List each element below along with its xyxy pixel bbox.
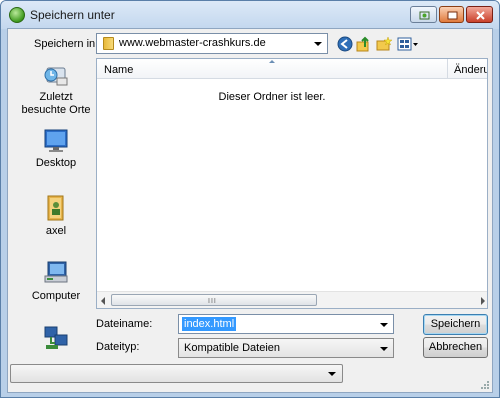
desktop-icon	[44, 129, 68, 152]
grip-icon: III	[208, 298, 217, 305]
help-icon	[419, 11, 430, 20]
place-label: Zuletzt besuchte Orte	[21, 91, 91, 116]
column-header-changed[interactable]: Änderun	[454, 64, 487, 76]
close-icon	[476, 11, 485, 20]
save-as-dialog: Speichern unter Speichern in: www.webmas…	[0, 0, 500, 398]
column-header-row: Name Änderun	[97, 59, 487, 79]
chevron-down-icon	[314, 42, 322, 46]
user-folder-icon	[47, 195, 64, 221]
filetype-select[interactable]: Kompatible Dateien	[178, 338, 394, 358]
empty-folder-message: Dieser Ordner ist leer.	[218, 91, 326, 103]
filename-value: index.html	[182, 317, 237, 331]
chevron-down-icon	[380, 347, 388, 351]
chevron-down-icon	[328, 372, 336, 376]
question-icon	[447, 11, 458, 20]
place-label: axel	[45, 225, 67, 237]
dialog-client: Speichern in: www.webmaster-crashkurs.de	[7, 28, 493, 393]
cancel-button[interactable]: Abbrechen	[423, 337, 488, 358]
places-bar: Zuletzt besuchte Orte Desktop axel Compu…	[16, 60, 96, 380]
column-header-name[interactable]: Name	[104, 64, 133, 76]
help-button[interactable]	[410, 6, 437, 23]
folder-icon	[103, 37, 114, 50]
view-menu-icon[interactable]	[397, 36, 419, 52]
sort-ascending-icon	[269, 60, 275, 63]
save-in-combo[interactable]: www.webmaster-crashkurs.de	[96, 33, 328, 54]
scroll-left-icon[interactable]	[101, 297, 105, 305]
app-icon	[9, 7, 25, 23]
filename-input[interactable]: index.html	[178, 314, 394, 334]
horizontal-scrollbar[interactable]: III	[97, 291, 487, 308]
place-label: Computer	[31, 290, 81, 302]
filename-label: Dateiname:	[96, 318, 153, 330]
window-title: Speichern unter	[30, 8, 115, 22]
up-folder-icon[interactable]	[356, 36, 372, 52]
save-in-label: Speichern in:	[34, 38, 99, 50]
bottom-dropdown[interactable]	[10, 364, 343, 383]
title-bar[interactable]: Speichern unter	[1, 1, 499, 29]
chevron-down-icon[interactable]	[380, 323, 388, 327]
network-icon	[44, 326, 68, 349]
save-button[interactable]: Speichern	[423, 314, 488, 335]
close-button[interactable]	[466, 6, 493, 23]
place-label: Desktop	[35, 157, 77, 169]
scroll-thumb[interactable]: III	[111, 294, 317, 306]
back-icon[interactable]	[337, 36, 353, 52]
new-folder-icon[interactable]	[376, 36, 392, 52]
question-button[interactable]	[439, 6, 464, 23]
recent-places-icon	[44, 67, 68, 86]
resize-grip-icon[interactable]	[480, 380, 490, 390]
scroll-right-icon[interactable]	[481, 297, 485, 305]
save-in-value: www.webmaster-crashkurs.de	[119, 37, 266, 49]
file-list[interactable]: Name Änderun Dieser Ordner ist leer. III	[96, 58, 488, 309]
filetype-label: Dateityp:	[96, 341, 140, 353]
column-divider[interactable]	[447, 59, 448, 79]
computer-icon	[44, 261, 68, 283]
filetype-value: Kompatible Dateien	[184, 342, 281, 354]
